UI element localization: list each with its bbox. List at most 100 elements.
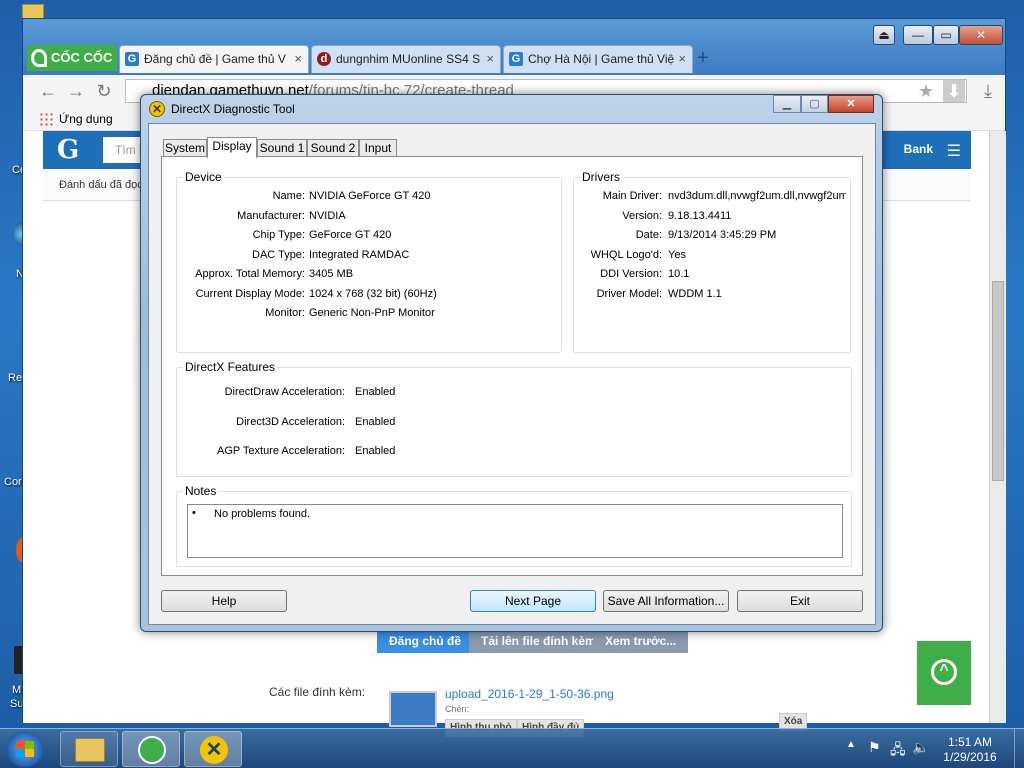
dxdiag-minimize-button[interactable]: ▁ — [773, 95, 801, 113]
browser-extra-button[interactable]: ⏏ — [873, 25, 895, 45]
site-logo[interactable]: G — [57, 135, 79, 165]
device-key: Manufacturer: — [237, 210, 305, 222]
taskbar-coccoc[interactable] — [122, 731, 180, 767]
feature-key: DirectDraw Acceleration: — [224, 386, 345, 398]
scroll-to-top-button[interactable]: ^ — [917, 641, 971, 705]
start-button[interactable] — [6, 731, 44, 767]
tab-system[interactable]: System — [163, 139, 207, 157]
driver-key: Main Driver: — [602, 190, 662, 202]
browser-close-button[interactable]: ✕ — [959, 25, 1003, 45]
device-value: Integrated RAMDAC — [309, 249, 410, 261]
bank-link[interactable]: Bank — [904, 142, 933, 156]
coccoc-brand: CỐC CỐC — [51, 50, 113, 65]
driver-value: 9.18.13.4411 — [668, 210, 732, 222]
dxdiag-client: System Display Sound 1 Sound 2 Input Dev… — [148, 123, 876, 625]
driver-key: WHQL Logo'd: — [590, 249, 662, 261]
tab-input[interactable]: Input — [359, 139, 397, 157]
post-thread-button[interactable]: Đăng chủ đề — [377, 629, 474, 653]
driver-key: DDI Version: — [600, 268, 662, 280]
device-key: DAC Type: — [252, 249, 305, 261]
browser-minimize-button[interactable]: — — [903, 25, 933, 45]
notes-textbox[interactable]: • No problems found. — [187, 504, 843, 558]
device-key: Approx. Total Memory: — [195, 268, 305, 280]
feature-value: Enabled — [355, 416, 396, 428]
browser-tab[interactable]: d dungnhim MUonline SS4 S × — [311, 45, 501, 73]
forward-arrow-icon[interactable]: → — [65, 80, 87, 102]
device-value: 3405 MB — [309, 268, 354, 280]
taskbar-explorer[interactable] — [60, 731, 118, 767]
device-key: Current Display Mode: — [195, 288, 305, 300]
help-button[interactable]: Help — [161, 590, 287, 612]
directx-features-group: DirectX Features DirectDraw Acceleration… — [176, 360, 852, 477]
device-value: 1024 x 768 (32 bit) (60Hz) — [309, 288, 437, 300]
attachment-thumbnail[interactable] — [389, 691, 437, 727]
new-tab-button[interactable]: + — [697, 47, 717, 69]
tab-close-icon[interactable]: × — [294, 46, 302, 72]
dxdiag-close-button[interactable]: ✕ — [828, 95, 874, 113]
download-arrow-icon[interactable]: ⬇ — [943, 80, 965, 102]
driver-value: Yes — [668, 249, 686, 261]
folder-icon — [75, 738, 105, 762]
notes-label: Notes — [183, 484, 219, 498]
clock-time: 1:51 AM — [947, 735, 993, 749]
preview-button[interactable]: Xem trước... — [593, 629, 689, 653]
feature-value: Enabled — [355, 445, 396, 457]
tab-close-icon[interactable]: × — [678, 46, 686, 72]
bookmark-apps[interactable]: Ứng dụng — [59, 112, 113, 126]
device-value: Generic Non-PnP Monitor — [309, 307, 435, 319]
browser-maximize-button[interactable]: ▭ — [933, 25, 959, 45]
upload-attachment-button[interactable]: Tải lên file đính kèm — [469, 629, 608, 653]
show-desktop-button[interactable] — [1014, 729, 1024, 768]
chevron-up-icon: ^ — [931, 659, 957, 685]
device-key: Name: — [272, 190, 305, 202]
desktop-label-3: Cor — [4, 476, 22, 488]
directx-icon: ✕ — [149, 101, 165, 117]
star-icon[interactable]: ★ — [915, 80, 937, 102]
dxdiag-title: DirectX Diagnostic Tool — [171, 102, 295, 116]
volume-icon[interactable]: 🔈 — [912, 739, 929, 756]
page-scrollbar[interactable] — [989, 131, 1006, 723]
driver-key: Date: — [635, 229, 662, 241]
download-tray-icon[interactable]: ⤓ — [977, 80, 999, 102]
show-hidden-icons[interactable]: ▲ — [846, 739, 856, 750]
taskbar: ✕ ▲ ⚑ 🖧 🔈 1:51 AM 1/29/2016 — [0, 728, 1024, 768]
tab-sound-1[interactable]: Sound 1 — [257, 139, 307, 157]
coccoc-leaf-icon — [31, 49, 47, 67]
tab-sound-2[interactable]: Sound 2 — [307, 139, 359, 157]
driver-value: 10.1 — [668, 268, 690, 280]
tab-close-icon[interactable]: × — [486, 46, 494, 72]
coccoc-logo[interactable]: CỐC CỐC — [27, 45, 117, 71]
exit-button[interactable]: Exit — [737, 590, 863, 612]
device-value: NVIDIA — [309, 210, 346, 222]
attachment-insert-label: Chèn: — [445, 704, 470, 714]
save-all-information-button[interactable]: Save All Information... — [603, 590, 729, 612]
back-arrow-icon[interactable]: ← — [37, 80, 59, 102]
device-group-label: Device — [183, 170, 224, 184]
browser-tab-title: Đăng chủ đề | Game thủ V — [144, 52, 286, 66]
menu-icon[interactable]: ☰ — [947, 141, 961, 161]
next-page-button[interactable]: Next Page — [470, 590, 596, 612]
notes-group: Notes • No problems found. — [176, 484, 852, 567]
browser-tab-active[interactable]: G Đăng chủ đề | Game thủ V × — [119, 45, 309, 73]
reload-icon[interactable]: ↻ — [93, 80, 115, 102]
page-scrollbar-thumb[interactable] — [992, 281, 1004, 481]
action-center-flag-icon[interactable]: ⚑ — [868, 739, 881, 756]
system-clock[interactable]: 1:51 AM 1/29/2016 — [930, 735, 1010, 765]
feature-value: Enabled — [355, 386, 396, 398]
drivers-group: Drivers Main Driver: nvd3dum.dll,nvwgf2u… — [573, 170, 851, 353]
apps-grid-icon[interactable] — [39, 112, 53, 126]
device-value: NVIDIA GeForce GT 420 — [309, 190, 431, 202]
taskbar-dxdiag[interactable]: ✕ — [184, 731, 242, 767]
driver-value: nvd3dum.dll,nvwgf2um.dll,nvwgf2um — [668, 190, 846, 202]
device-key: Chip Type: — [252, 229, 305, 241]
bullet-icon: • — [192, 507, 196, 519]
attachment-file-link[interactable]: upload_2016-1-29_1-50-36.png — [445, 687, 614, 701]
drivers-group-label: Drivers — [580, 170, 622, 184]
feature-key: Direct3D Acceleration: — [236, 416, 345, 428]
feature-key: AGP Texture Acceleration: — [217, 445, 345, 457]
dxdiag-maximize-button[interactable]: ▢ — [801, 95, 828, 113]
network-icon[interactable]: 🖧 — [890, 739, 906, 763]
browser-tab[interactable]: G Chợ Hà Nội | Game thủ Việ × — [503, 45, 693, 73]
tab-display[interactable]: Display — [207, 137, 257, 158]
driver-value: WDDM 1.1 — [668, 288, 722, 300]
